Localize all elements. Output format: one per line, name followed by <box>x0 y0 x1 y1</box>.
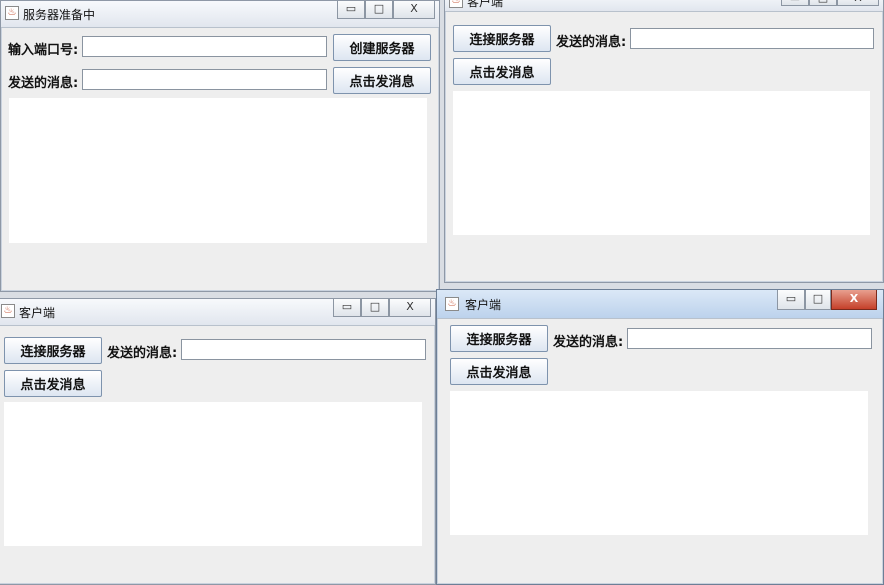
close-icon[interactable]: X <box>393 1 435 19</box>
client-window-bottom-right: ♨ 客户端 ▭ □ X 连接服务器 发送的消息: 点击发消息 <box>436 289 884 585</box>
message-input[interactable] <box>181 339 426 360</box>
server-window: ♨ 服务器准备中 ▭ □ X 输入端口号: 创建服务器 发送的消息: 点击发消息 <box>0 0 440 292</box>
client-window-title: 客户端 <box>19 306 56 320</box>
send-message-button[interactable]: 点击发消息 <box>450 358 548 385</box>
message-label: 发送的消息: <box>553 335 624 350</box>
message-input[interactable] <box>82 69 327 90</box>
maximize-icon[interactable]: □ <box>805 290 831 310</box>
minimize-icon[interactable]: ▭ <box>777 290 805 310</box>
port-input[interactable] <box>82 36 327 57</box>
message-log-area[interactable] <box>4 402 422 546</box>
connect-server-button[interactable]: 连接服务器 <box>4 337 102 364</box>
message-label: 发送的消息: <box>8 76 79 91</box>
connect-server-button[interactable]: 连接服务器 <box>453 25 551 52</box>
server-titlebar[interactable]: ♨ 服务器准备中 ▭ □ X <box>1 1 439 28</box>
message-input[interactable] <box>630 28 874 49</box>
client-titlebar[interactable]: ♨ 客户端 ▭ □ X <box>437 290 883 319</box>
client-titlebar[interactable]: ♨ 客户端 ▭ □ X <box>0 299 435 326</box>
java-cup-icon: ♨ <box>1 304 15 318</box>
connect-server-button[interactable]: 连接服务器 <box>450 325 548 352</box>
client-window-top-right: ♨ 客户端 ▭ □ X 连接服务器 发送的消息: 点击发消息 <box>444 0 884 283</box>
send-message-button[interactable]: 点击发消息 <box>453 58 551 85</box>
message-log-area[interactable] <box>453 91 870 235</box>
port-label: 输入端口号: <box>8 43 79 58</box>
close-icon[interactable]: X <box>837 0 879 6</box>
message-log-area[interactable] <box>9 98 427 243</box>
java-cup-icon: ♨ <box>5 6 19 20</box>
minimize-icon[interactable]: ▭ <box>337 1 365 19</box>
message-label: 发送的消息: <box>107 346 178 361</box>
send-message-button[interactable]: 点击发消息 <box>333 67 431 94</box>
client-window-bottom-left: ♨ 客户端 ▭ □ X 连接服务器 发送的消息: 点击发消息 <box>0 298 436 585</box>
java-cup-icon: ♨ <box>445 297 459 311</box>
message-input[interactable] <box>627 328 872 349</box>
message-log-area[interactable] <box>450 391 868 535</box>
close-icon[interactable]: X <box>831 290 877 310</box>
java-cup-icon: ♨ <box>449 0 463 8</box>
maximize-icon[interactable]: □ <box>809 0 837 6</box>
close-icon[interactable]: X <box>389 299 431 317</box>
minimize-icon[interactable]: ▭ <box>333 299 361 317</box>
client-window-title: 客户端 <box>465 298 502 312</box>
maximize-icon[interactable]: □ <box>361 299 389 317</box>
minimize-icon[interactable]: ▭ <box>781 0 809 6</box>
message-label: 发送的消息: <box>556 35 627 50</box>
server-window-title: 服务器准备中 <box>23 8 96 22</box>
maximize-icon[interactable]: □ <box>365 1 393 19</box>
create-server-button[interactable]: 创建服务器 <box>333 34 431 61</box>
send-message-button[interactable]: 点击发消息 <box>4 370 102 397</box>
client-window-title: 客户端 <box>467 0 504 9</box>
client-titlebar[interactable]: ♨ 客户端 ▭ □ X <box>445 0 883 12</box>
